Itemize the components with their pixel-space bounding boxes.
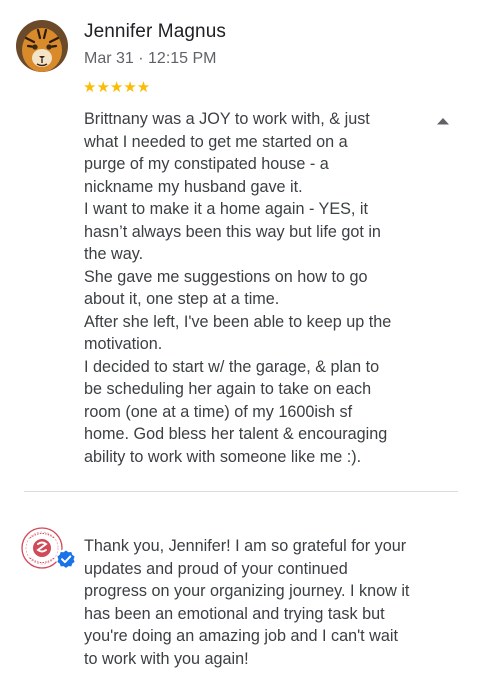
review-text-line: what I needed to get me started on a — [84, 132, 348, 151]
owner-avatar[interactable] — [20, 526, 78, 574]
review-text-line: be scheduling her again to take on each — [84, 380, 372, 398]
collapse-review-button[interactable] — [430, 108, 456, 134]
owner-response-line: progress on your organizing journey. I k… — [84, 582, 410, 600]
review-text-line: motivation. — [84, 335, 163, 353]
review-text-line: home. God bless her talent & encouraging — [84, 425, 388, 443]
review-text-line: ability to work with someone like me :). — [84, 447, 362, 466]
reviewer-avatar[interactable] — [16, 20, 68, 72]
review-text-line: purge of my constipated house - a — [84, 155, 329, 173]
review-text-line: Brittnany was a JOY to work with, & just — [84, 110, 370, 128]
owner-response-line: Thank you, Jennifer! I am so grateful fo… — [84, 537, 407, 555]
reviewer-name[interactable]: Jennifer Magnus — [84, 21, 226, 43]
review-text-line: She gave me suggestions on how to go — [84, 267, 368, 286]
owner-response-line: you're doing an amazing job and I can't … — [84, 627, 398, 645]
business-logo — [21, 527, 76, 569]
owner-response-line: has been an emotional and trying task bu… — [84, 604, 385, 623]
review-text-line: about it, one step at a time. — [84, 290, 280, 308]
review-text-line: I decided to start w/ the garage, & plan… — [84, 357, 380, 376]
review-text-line: the way. — [84, 245, 144, 263]
review-text-line: I want to make it a home again - YES, it — [84, 200, 369, 218]
verified-check-icon — [56, 549, 76, 569]
star-rating: ★★★★★ — [83, 79, 151, 96]
review-text: Brittnany was a JOY to work with, & just… — [84, 108, 429, 468]
owner-response-text: Thank you, Jennifer! I am so grateful fo… — [84, 535, 429, 670]
divider — [24, 491, 458, 492]
review-text-line: nickname my husband gave it. — [84, 177, 303, 196]
review-text-line: After she left, I've been able to keep u… — [84, 312, 392, 331]
review-text-line: hasn’t always been this way but life got… — [84, 222, 381, 241]
review-text-line: room (one at a time) of my 1600ish sf — [84, 402, 353, 421]
owner-response-line: to work with you again! — [84, 649, 249, 668]
chevron-up-icon — [437, 118, 449, 125]
owner-response-line: updates and proud of your continued — [84, 559, 348, 578]
tiger-avatar-image — [16, 20, 68, 72]
review-date: Mar 31 · 12:15 PM — [84, 50, 217, 67]
